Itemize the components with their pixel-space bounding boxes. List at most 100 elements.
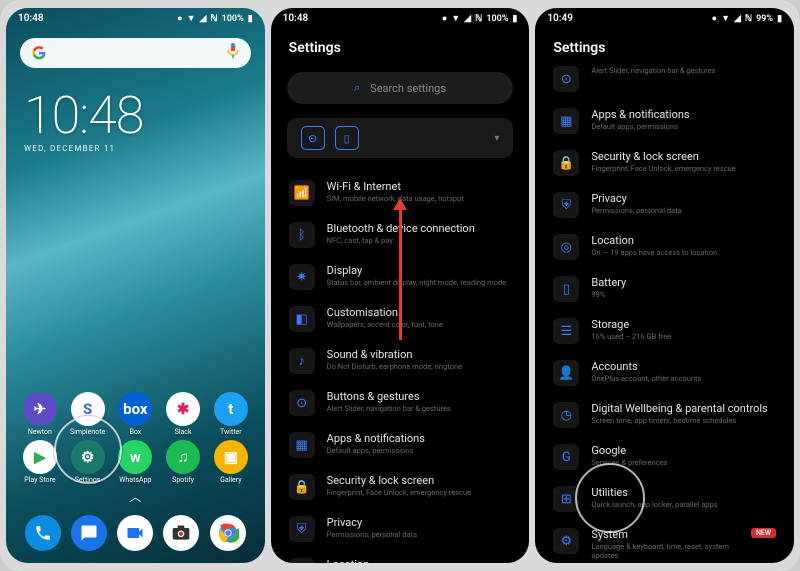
app-twitter[interactable]: tTwitter <box>207 392 255 436</box>
app-newton[interactable]: ✈Newton <box>16 392 64 436</box>
page-title: Settings <box>535 26 794 66</box>
settings-item-acct[interactable]: 👤AccountsOnePlus account, other accounts <box>541 352 788 394</box>
app-box[interactable]: boxBox <box>111 392 159 436</box>
app-settings[interactable]: ⚙Settings <box>64 440 112 484</box>
settings-item-wifi[interactable]: 📶Wi-Fi & InternetSIM, mobile network, da… <box>277 172 524 214</box>
dw-icon: ◷ <box>553 402 579 428</box>
settings-item-btn[interactable]: ⊙Alert Slider, navigation bar & gestures <box>541 66 788 100</box>
item-title: Bluetooth & device connection <box>327 222 512 235</box>
item-text: UtilitiesQuick launch, app locker, paral… <box>591 486 776 509</box>
loc-icon: ◎ <box>289 558 315 563</box>
settings-item-dw[interactable]: ◷Digital Wellbeing & parental controlsSc… <box>541 394 788 436</box>
item-text: Bluetooth & device connectionNFC, cast, … <box>327 222 512 245</box>
item-title: Apps & notifications <box>591 108 776 121</box>
app-duo[interactable] <box>112 515 158 551</box>
app-slack[interactable]: ✱Slack <box>159 392 207 436</box>
google-search-bar[interactable] <box>20 38 251 68</box>
item-subtitle: Do Not Disturb, earphone mode, ringtone <box>327 362 512 371</box>
nfc-icon: ℕ <box>745 14 752 24</box>
app-row-1: ✈NewtonSSimplenoteboxBox✱SlacktTwitter <box>16 392 255 436</box>
settings-item-bt[interactable]: ᛒBluetooth & device connectionNFC, cast,… <box>277 214 524 256</box>
item-subtitle: Screen time, app timers, bedtime schedul… <box>591 416 776 425</box>
priv-icon: ⛨ <box>553 192 579 218</box>
app-icon: ⚙ <box>71 440 105 474</box>
app-play-store[interactable]: ▶Play Store <box>16 440 64 484</box>
settings-item-loc[interactable]: ◎LocationOn — 19 apps have access to loc… <box>277 550 524 563</box>
status-bar: 10:48 ● ▼ ◢ ℕ 100% ▮ <box>271 8 530 26</box>
app-spotify[interactable]: ♫ Spotify <box>159 440 207 484</box>
settings-item-cust[interactable]: ◧CustomisationWallpapers, accent color, … <box>277 298 524 340</box>
item-title: Privacy <box>591 192 776 205</box>
app-label: Play Store <box>24 476 55 484</box>
item-text: PrivacyPermissions, personal data <box>591 192 776 215</box>
priv-icon: ⛨ <box>289 516 315 542</box>
phone-home-screen: 10:48 ● ▼ ◢ ℕ 100% ▮ 10:48 WED, DECEMBER… <box>6 8 265 563</box>
stor-icon: ☰ <box>553 318 579 344</box>
settings-item-sound[interactable]: ♪Sound & vibrationDo Not Disturb, earpho… <box>277 340 524 382</box>
wifi-icon: ▼ <box>451 13 460 24</box>
settings-item-priv[interactable]: ⛨ PrivacyPermissions, personal data <box>541 184 788 226</box>
app-label: Slack <box>175 428 192 436</box>
settings-item-loc[interactable]: ◎ LocationOn — 19 apps have access to loc… <box>541 226 788 268</box>
app-label: Spotify <box>172 476 194 484</box>
tutorial-triptych: 10:48 ● ▼ ◢ ℕ 100% ▮ 10:48 WED, DECEMBER… <box>0 0 800 571</box>
item-subtitle: Status bar, ambient display, night mode,… <box>327 278 512 287</box>
settings-item-goog[interactable]: GGoogleServices & preferences <box>541 436 788 478</box>
settings-item-util[interactable]: ⊞UtilitiesQuick launch, app locker, para… <box>541 478 788 520</box>
home-clock: 10:48 WED, DECEMBER 11 <box>24 90 265 153</box>
settings-item-apps[interactable]: ▦ Apps & notificationsDefault apps, permi… <box>277 424 524 466</box>
wifi-icon: ▼ <box>187 13 196 24</box>
app-messages[interactable] <box>66 515 112 551</box>
app-row-2: ▶Play Store⚙SettingswWhatsApp♫ Spotify ▣Ga… <box>16 440 255 484</box>
loc-icon: ◎ <box>553 234 579 260</box>
search-settings[interactable]: ⌕ Search settings <box>287 72 514 104</box>
app-icon <box>25 515 61 551</box>
item-text: Apps & notificationsDefault apps, permis… <box>327 432 512 455</box>
settings-item-stor[interactable]: ☰ Storage16% used – 216 GB free <box>541 310 788 352</box>
app-gallery[interactable]: ▣Gallery <box>207 440 255 484</box>
app-icon <box>71 515 107 551</box>
app-phone[interactable] <box>20 515 66 551</box>
settings-item-priv[interactable]: ⛨PrivacyPermissions, personal data <box>277 508 524 550</box>
battery-icon: ▮ <box>248 14 253 24</box>
google-logo-icon <box>32 46 46 60</box>
app-icon: S <box>71 392 105 426</box>
item-subtitle: OnePlus account, other accounts <box>591 374 776 383</box>
apps-icon: ▦ <box>289 432 315 458</box>
settings-item-sys[interactable]: ⚙SystemLanguage & keyboard, time, reset,… <box>541 520 788 563</box>
app-drawer-handle[interactable]: ︿ <box>16 488 255 505</box>
app-label: WhatsApp <box>119 476 151 484</box>
phone-settings-top: 10:48 ● ▼ ◢ ℕ 100% ▮ Settings ⌕ Search s… <box>271 8 530 563</box>
app-whatsapp[interactable]: wWhatsApp <box>111 440 159 484</box>
item-text: LocationOn — 19 apps have access to loca… <box>591 234 776 257</box>
item-subtitle: Default apps, permissions <box>327 446 512 455</box>
settings-item-sec[interactable]: 🔒Security & lock screenFingerprint, Face… <box>541 142 788 184</box>
app-simplenote[interactable]: SSimplenote <box>64 392 112 436</box>
item-subtitle: Fingerprint, Face Unlock, emergency resc… <box>327 488 512 497</box>
item-subtitle: Language & keyboard, time, reset, system… <box>591 542 739 560</box>
app-label: Twitter <box>220 428 242 436</box>
settings-item-disp[interactable]: ✷DisplayStatus bar, ambient display, nig… <box>277 256 524 298</box>
item-text: Storage16% used – 216 GB free <box>591 318 776 341</box>
battery-percent: 100% <box>486 14 508 24</box>
item-title: Battery <box>591 276 776 289</box>
settings-list-scrolled: ⊙Alert Slider, navigation bar & gestures… <box>535 66 794 563</box>
settings-item-sec[interactable]: 🔒Security & lock screenFingerprint, Face… <box>277 466 524 508</box>
mic-icon[interactable] <box>227 43 239 63</box>
app-icon: ▣ <box>214 440 248 474</box>
settings-item-apps[interactable]: ▦Apps & notificationsDefault apps, permi… <box>541 100 788 142</box>
sim-toggle-row[interactable]: ⊝ ▯ ▾ <box>287 118 514 158</box>
wifi-icon: ▼ <box>721 13 730 24</box>
nfc-icon: ℕ <box>475 14 482 24</box>
app-icon: ♫ <box>166 440 200 474</box>
app-camera[interactable] <box>158 515 204 551</box>
item-text: Sound & vibrationDo Not Disturb, earphon… <box>327 348 512 371</box>
app-chrome[interactable] <box>205 515 251 551</box>
settings-item-btn[interactable]: ⊙Buttons & gesturesAlert Slider, navigat… <box>277 382 524 424</box>
status-time: 10:49 <box>547 13 573 24</box>
item-subtitle: Permissions, personal data <box>591 206 776 215</box>
settings-item-bat[interactable]: ▯Battery99% <box>541 268 788 310</box>
item-title: Display <box>327 264 512 277</box>
chevron-down-icon: ▾ <box>494 133 499 144</box>
item-text: Battery99% <box>591 276 776 299</box>
